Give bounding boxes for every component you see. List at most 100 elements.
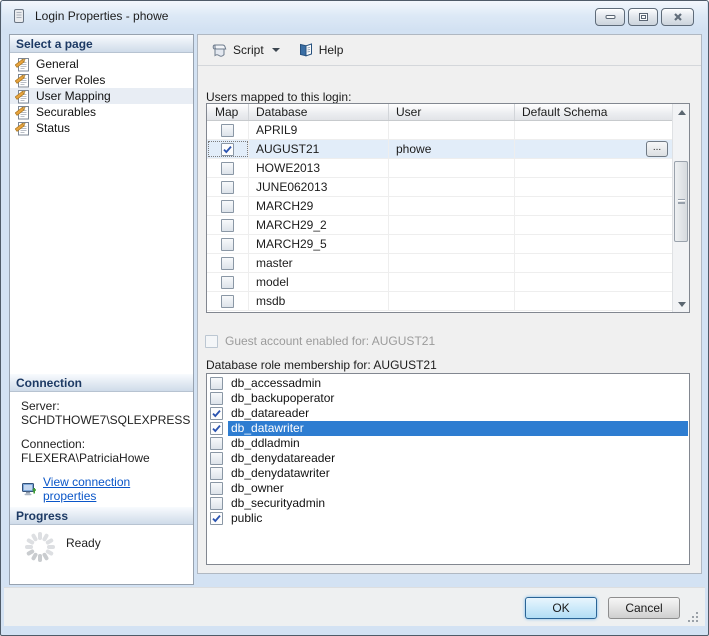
connection-section: Server: SCHDTHOWE7\SQLEXPRESS Connection… — [10, 392, 193, 507]
map-checkbox[interactable] — [221, 295, 234, 308]
map-checkbox[interactable] — [221, 257, 234, 270]
vertical-scrollbar[interactable] — [672, 104, 689, 312]
map-checkbox[interactable] — [221, 143, 234, 156]
role-item-db_accessadmin[interactable]: db_accessadmin — [207, 376, 689, 391]
default-schema-cell — [515, 273, 672, 291]
button-bar — [4, 587, 705, 626]
login-properties-dialog: Login Properties - phowe Select a page G… — [0, 0, 709, 636]
roles-membership-label: Database role membership for: AUGUST21 — [206, 358, 437, 372]
window-controls — [595, 8, 694, 26]
default-schema-cell — [515, 121, 672, 139]
role-item-db_denydatawriter[interactable]: db_denydatawriter — [207, 466, 689, 481]
maximize-button[interactable] — [628, 8, 658, 26]
database-cell: JUNE062013 — [249, 178, 389, 196]
column-header-user[interactable]: User — [389, 104, 515, 120]
role-item-db_securityadmin[interactable]: db_securityadmin — [207, 496, 689, 511]
view-connection-properties-link[interactable]: View connection properties — [43, 475, 185, 503]
table-row[interactable]: model — [207, 273, 672, 292]
page-list: GeneralServer RolesUser MappingSecurable… — [10, 53, 193, 374]
role-checkbox[interactable] — [210, 512, 223, 525]
role-checkbox[interactable] — [210, 392, 223, 405]
map-checkbox[interactable] — [221, 219, 234, 232]
database-cell: APRIL9 — [249, 121, 389, 139]
role-checkbox[interactable] — [210, 452, 223, 465]
sidebar-item-status[interactable]: Status — [10, 120, 193, 136]
page-icon — [15, 56, 31, 72]
map-checkbox[interactable] — [221, 162, 234, 175]
sidebar-item-label: Securables — [36, 105, 96, 119]
role-item-db_ddladmin[interactable]: db_ddladmin — [207, 436, 689, 451]
table-row[interactable]: APRIL9 — [207, 121, 672, 140]
role-item-db_datawriter[interactable]: db_datawriter — [207, 421, 689, 436]
map-cell — [207, 216, 249, 234]
default-schema-cell — [515, 235, 672, 253]
role-item-db_backupoperator[interactable]: db_backupoperator — [207, 391, 689, 406]
window-title: Login Properties - phowe — [35, 9, 168, 23]
map-checkbox[interactable] — [221, 181, 234, 194]
user-cell — [389, 178, 515, 196]
user-cell — [389, 121, 515, 139]
sidebar-item-server-roles[interactable]: Server Roles — [10, 72, 193, 88]
user-cell — [389, 235, 515, 253]
role-item-db_owner[interactable]: db_owner — [207, 481, 689, 496]
help-button[interactable]: Help — [294, 39, 348, 61]
role-checkbox[interactable] — [210, 437, 223, 450]
close-button[interactable] — [661, 8, 694, 26]
sidebar-item-general[interactable]: General — [10, 56, 193, 72]
table-row[interactable]: MARCH29_5 — [207, 235, 672, 254]
cancel-button[interactable]: Cancel — [608, 597, 680, 619]
role-item-public[interactable]: public — [207, 511, 689, 526]
connection-header: Connection — [10, 374, 193, 392]
table-row[interactable]: AUGUST21phowe... — [207, 140, 672, 159]
role-checkbox[interactable] — [210, 482, 223, 495]
map-checkbox[interactable] — [221, 238, 234, 251]
server-label: Server: — [21, 399, 185, 413]
users-mapped-label: Users mapped to this login: — [206, 90, 351, 104]
sidebar-item-user-mapping[interactable]: User Mapping — [10, 88, 193, 104]
table-row[interactable]: MARCH29_2 — [207, 216, 672, 235]
table-row[interactable]: msdb — [207, 292, 672, 311]
map-checkbox[interactable] — [221, 200, 234, 213]
script-button[interactable]: Script — [206, 39, 284, 61]
sidebar-item-label: Server Roles — [36, 73, 105, 87]
table-row[interactable]: HOWE2013 — [207, 159, 672, 178]
column-header-map[interactable]: Map — [207, 104, 249, 120]
default-schema-cell — [515, 216, 672, 234]
scroll-up-arrow[interactable] — [673, 104, 690, 120]
role-checkbox[interactable] — [210, 377, 223, 390]
role-checkbox[interactable] — [210, 422, 223, 435]
user-cell — [389, 159, 515, 177]
scrollbar-thumb[interactable] — [674, 161, 688, 242]
column-header-database[interactable]: Database — [249, 104, 389, 120]
default-schema-cell — [515, 197, 672, 215]
scroll-down-arrow[interactable] — [673, 296, 690, 312]
role-label: public — [228, 511, 265, 526]
user-cell — [389, 197, 515, 215]
database-cell: MARCH29_2 — [249, 216, 389, 234]
role-item-db_denydatareader[interactable]: db_denydatareader — [207, 451, 689, 466]
map-checkbox[interactable] — [221, 276, 234, 289]
table-row[interactable]: master — [207, 254, 672, 273]
role-checkbox[interactable] — [210, 497, 223, 510]
minimize-button[interactable] — [595, 8, 625, 26]
chevron-down-icon[interactable] — [272, 48, 280, 52]
role-label: db_accessadmin — [228, 376, 324, 391]
role-label: db_owner — [228, 481, 287, 496]
database-cell: MARCH29 — [249, 197, 389, 215]
browse-ellipsis-button[interactable]: ... — [646, 141, 668, 157]
role-item-db_datareader[interactable]: db_datareader — [207, 406, 689, 421]
main-panel: Script Help Users mapped to this login: … — [197, 34, 702, 574]
ok-button[interactable]: OK — [525, 597, 597, 619]
map-checkbox[interactable] — [221, 124, 234, 137]
table-row[interactable]: MARCH29 — [207, 197, 672, 216]
map-cell — [207, 197, 249, 215]
titlebar[interactable]: Login Properties - phowe — [2, 1, 707, 30]
resize-grip[interactable] — [687, 611, 700, 624]
map-cell — [207, 292, 249, 310]
sidebar-item-securables[interactable]: Securables — [10, 104, 193, 120]
column-header-default-schema[interactable]: Default Schema — [515, 104, 672, 120]
role-label: db_backupoperator — [228, 391, 337, 406]
table-row[interactable]: JUNE062013 — [207, 178, 672, 197]
role-checkbox[interactable] — [210, 467, 223, 480]
role-checkbox[interactable] — [210, 407, 223, 420]
